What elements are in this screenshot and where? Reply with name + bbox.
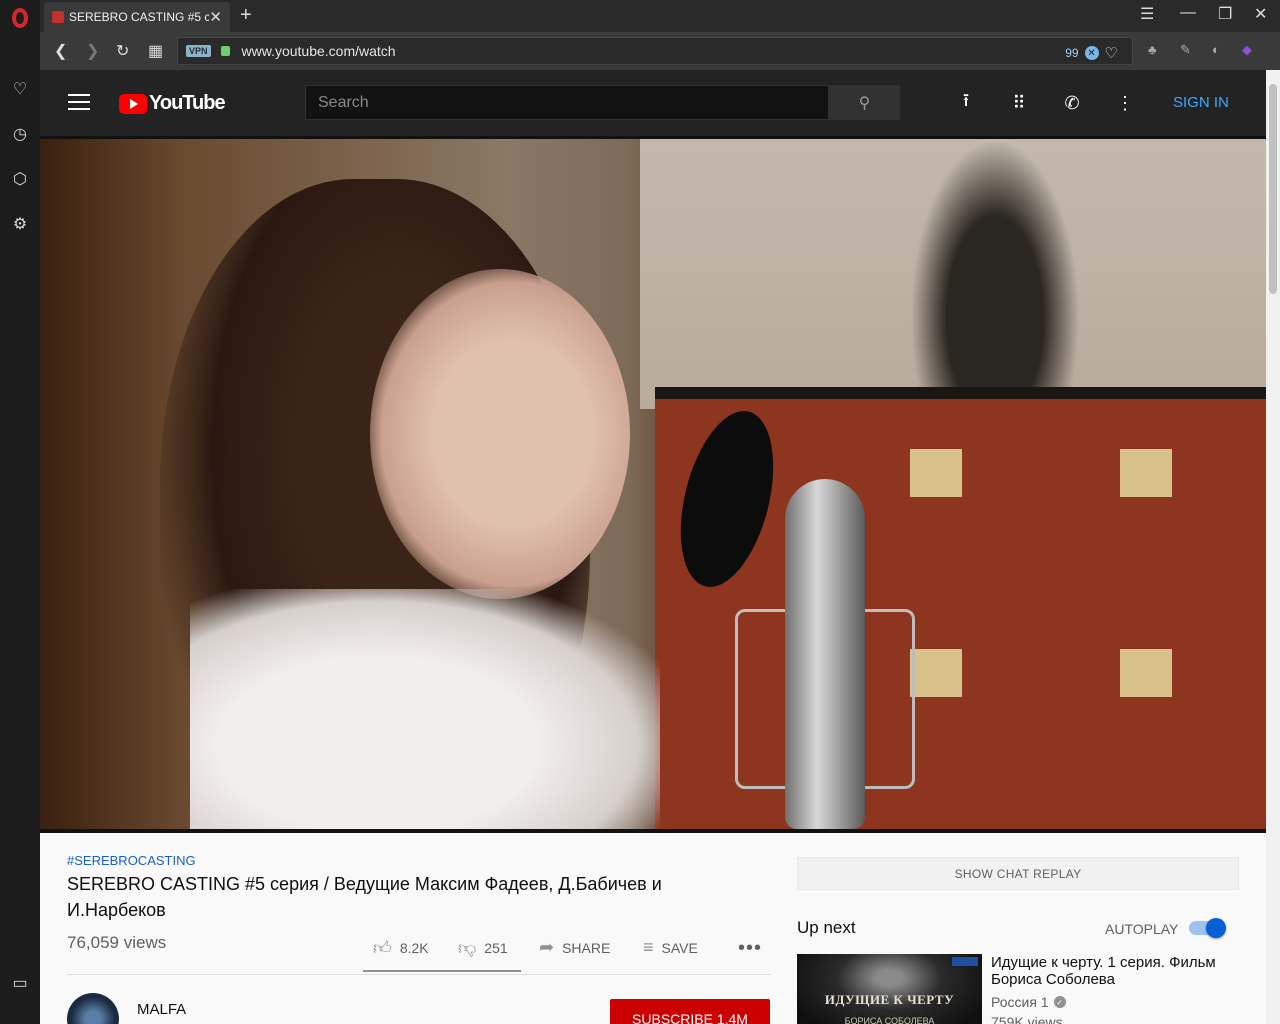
restore-icon[interactable]: ❐ xyxy=(1218,4,1232,24)
video-frame-shirt xyxy=(190,589,660,829)
close-window-icon[interactable]: ✕ xyxy=(1254,4,1267,24)
dislike-count: 251 xyxy=(484,940,508,956)
more-vert-icon[interactable]: ⋮ xyxy=(1114,92,1136,114)
youtube-header: YouTube Search ⚲ ⭱ ⠿ ✆ ⋮ SIGN IN xyxy=(40,70,1266,136)
verified-check-icon: ✓ xyxy=(1053,996,1066,1008)
autoplay-toggle[interactable] xyxy=(1189,918,1226,938)
tab-close-icon[interactable]: ✕ xyxy=(209,8,222,26)
bookmarks-heart-icon[interactable]: ♡ xyxy=(9,78,31,100)
channel-badge-icon xyxy=(952,957,978,966)
video-player[interactable] xyxy=(40,139,1266,829)
vpn-badge[interactable]: VPN xyxy=(186,45,211,57)
channel-avatar[interactable] xyxy=(67,993,119,1024)
video-frame-face xyxy=(370,269,630,599)
recommended-views: 759K views xyxy=(991,1014,1063,1024)
back-icon[interactable]: ❮ xyxy=(54,41,67,61)
dislike-button[interactable]: 👎︎ 251 xyxy=(458,937,508,959)
tabs-grid-icon[interactable]: ▦ xyxy=(148,41,163,61)
video-frame-statue xyxy=(910,139,1080,394)
show-chat-replay-button[interactable]: SHOW CHAT REPLAY xyxy=(797,857,1239,890)
sidebar-toggle-icon[interactable]: ▭ xyxy=(9,972,31,994)
search-icon: ⚲ xyxy=(858,94,871,112)
playlist-add-icon: ≡ xyxy=(643,937,654,957)
extension-4-icon[interactable]: ◆ xyxy=(1242,42,1258,58)
save-button[interactable]: ≡ SAVE xyxy=(643,937,698,958)
extension-2-icon[interactable]: ✎ xyxy=(1180,42,1196,58)
video-frame-tile xyxy=(910,649,962,697)
tab-active[interactable]: SEREBRO CASTING #5 c ✕ xyxy=(44,2,230,32)
address-toolbar: ❮ ❯ ↻ ▦ VPN www.youtube.com/watch 99 ✕ ♡… xyxy=(40,32,1280,70)
youtube-logo[interactable]: YouTube xyxy=(119,92,226,115)
video-frame-tile xyxy=(910,449,962,497)
up-next-heading: Up next xyxy=(797,918,856,937)
youtube-favicon-icon xyxy=(52,11,64,23)
autoplay-label: AUTOPLAY xyxy=(1105,921,1179,937)
extension-1-icon[interactable]: ♣ xyxy=(1148,42,1164,58)
video-hashtag[interactable]: #SEREBROCASTING xyxy=(67,853,196,868)
sentiment-bar xyxy=(363,970,521,972)
tab-title: SEREBRO CASTING #5 c xyxy=(69,10,209,24)
share-icon: ➦ xyxy=(539,937,555,957)
share-label: SHARE xyxy=(562,939,611,956)
bookmark-heart-icon[interactable]: ♡ xyxy=(1105,44,1118,62)
thumbnail-subtitle-text: БОРИСА СОБОЛЕВА xyxy=(844,1016,935,1024)
video-frame-tile xyxy=(1120,649,1172,697)
extensions-cube-icon[interactable]: ⬡ xyxy=(9,168,31,190)
browser-window: ♡ ◷ ⬡ ⚙ ▭ SEREBRO CASTING #5 c ✕ + ☰ — ❐… xyxy=(0,0,1280,1024)
search-input[interactable]: Search xyxy=(305,85,829,120)
upload-icon[interactable]: ⭱ xyxy=(955,90,977,114)
settings-gear-icon[interactable]: ⚙ xyxy=(9,213,31,235)
ad-blocker[interactable]: 99 ✕ ♡ xyxy=(1065,44,1118,62)
minimize-icon[interactable]: — xyxy=(1180,4,1196,22)
lock-icon[interactable] xyxy=(220,46,230,56)
youtube-play-icon xyxy=(119,93,147,114)
tab-menu-icon[interactable]: ☰ xyxy=(1140,4,1154,24)
info-divider xyxy=(67,974,771,975)
search-button[interactable]: ⚲ xyxy=(829,85,900,120)
thumbs-up-icon: 👍︎ xyxy=(373,938,392,958)
like-count: 8.2K xyxy=(399,940,429,956)
autoplay-toggle-knob xyxy=(1206,918,1226,938)
guide-menu-icon[interactable] xyxy=(68,94,90,115)
thumbs-down-icon: 👎︎ xyxy=(458,938,477,958)
forward-icon[interactable]: ❯ xyxy=(86,41,99,61)
ad-block-icon: ✕ xyxy=(1084,46,1099,60)
youtube-page: YouTube Search ⚲ ⭱ ⠿ ✆ ⋮ SIGN IN #SEREBR… xyxy=(40,70,1266,1024)
sign-in-button[interactable]: SIGN IN xyxy=(1173,94,1229,111)
video-frame-tile xyxy=(1120,449,1172,497)
like-button[interactable]: 👍︎ 8.2K xyxy=(373,937,429,959)
video-frame-microphone xyxy=(785,479,865,829)
messages-icon[interactable]: ✆ xyxy=(1061,92,1083,114)
opera-logo-icon[interactable] xyxy=(12,8,28,28)
view-count: 76,059 views xyxy=(67,933,167,952)
video-title: SEREBRO CASTING #5 серия / Ведущие Макси… xyxy=(67,874,662,920)
opera-sidebar: ♡ ◷ ⬡ ⚙ ▭ xyxy=(0,0,40,1024)
recommended-channel[interactable]: Россия 1 ✓ xyxy=(991,994,1066,1010)
extension-3-icon[interactable]: ◐ xyxy=(1212,42,1228,58)
recommended-thumbnail[interactable]: ИДУЩИЕ К ЧЕРТУ БОРИСА СОБОЛЕВА xyxy=(797,954,982,1024)
page-scrollbar[interactable] xyxy=(1266,70,1280,1024)
url-text[interactable]: www.youtube.com/watch xyxy=(242,43,396,59)
save-label: SAVE xyxy=(661,939,698,956)
share-button[interactable]: ➦ SHARE xyxy=(539,937,610,958)
more-actions-icon[interactable]: ••• xyxy=(738,937,762,960)
thumbnail-title-text: ИДУЩИЕ К ЧЕРТУ xyxy=(824,992,955,1007)
ad-block-count: 99 xyxy=(1065,46,1079,60)
apps-grid-icon[interactable]: ⠿ xyxy=(1008,92,1030,114)
recommended-channel-name: Россия 1 xyxy=(991,994,1049,1010)
channel-name[interactable]: MALFA xyxy=(137,1001,186,1018)
scrollbar-thumb[interactable] xyxy=(1269,84,1277,294)
new-tab-button[interactable]: + xyxy=(240,4,252,27)
subscribe-button[interactable]: SUBSCRIBE 1.4M xyxy=(610,999,770,1024)
youtube-wordmark: YouTube xyxy=(149,92,226,114)
history-clock-icon[interactable]: ◷ xyxy=(9,123,31,145)
recommended-title[interactable]: Идущие к черту. 1 серия. Фильм Бориса Со… xyxy=(991,954,1241,988)
tab-strip: SEREBRO CASTING #5 c ✕ + ☰ — ❐ ✕ xyxy=(40,0,1280,32)
address-bar[interactable]: VPN www.youtube.com/watch 99 ✕ ♡ xyxy=(177,37,1133,65)
reload-icon[interactable]: ↻ xyxy=(116,41,129,61)
